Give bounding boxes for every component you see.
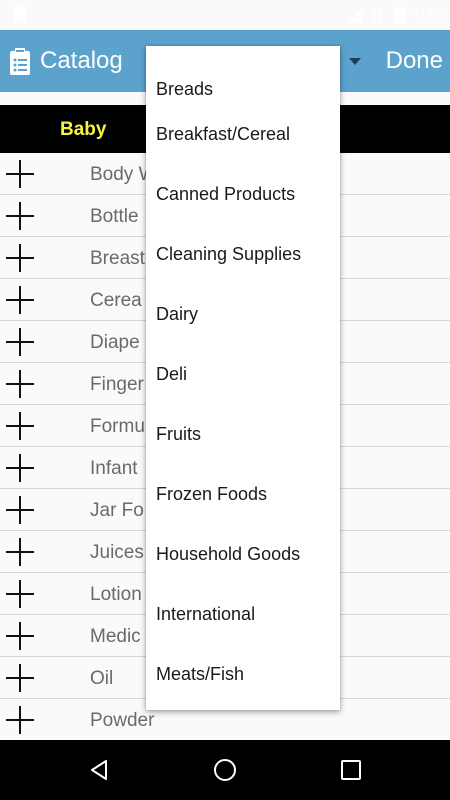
list-item-label: Cerea [90,290,142,311]
dropdown-option[interactable]: Fruits [146,404,340,464]
list-item-label: Bottle [90,206,139,227]
category-dropdown-menu: Breads Breakfast/Cereal Canned Products … [146,46,340,710]
list-item-label: Medic [90,626,141,647]
add-icon[interactable] [6,454,34,482]
clipboard-icon [10,48,30,75]
list-item-label: Oil [90,668,114,689]
dropdown-option[interactable]: Dairy [146,284,340,344]
dropdown-option[interactable]: Breads [146,46,340,104]
add-icon[interactable] [6,328,34,356]
category-title: Baby [60,119,107,140]
signal-icon [346,7,363,23]
add-icon[interactable] [6,538,34,566]
add-icon[interactable] [6,202,34,230]
add-icon[interactable] [6,580,34,608]
add-icon[interactable] [6,664,34,692]
add-icon[interactable] [6,370,34,398]
list-item-label: Diape [90,332,140,353]
wifi-icon [372,10,381,22]
dropdown-option[interactable]: Canned Products [146,164,340,224]
status-time: 1:33 [412,6,442,24]
add-icon[interactable] [6,622,34,650]
dropdown-option[interactable]: Meats/Fish [146,644,340,704]
list-item-label: Formu [90,416,145,437]
back-icon[interactable] [87,758,111,782]
list-item-label: Powder [90,710,155,731]
add-icon[interactable] [6,244,34,272]
battery-icon [394,6,405,24]
list-item-label: Finger [90,374,144,395]
add-icon[interactable] [6,706,34,734]
add-icon[interactable] [6,286,34,314]
dropdown-arrow-icon[interactable] [349,58,361,65]
list-item-label: Juices [90,542,144,563]
add-icon[interactable] [6,160,34,188]
add-icon[interactable] [6,412,34,440]
done-button[interactable]: Done [386,47,443,75]
list-item-label: Lotion [90,584,142,605]
dropdown-option[interactable]: Frozen Foods [146,464,340,524]
navigation-bar [0,740,450,800]
list-item-label: Breast [90,248,145,269]
app-title: Catalog [40,47,123,74]
list-item-label: Jar Fo [90,500,144,521]
home-icon[interactable] [213,758,237,782]
dropdown-option[interactable]: International [146,584,340,644]
status-icons: 1:33 [346,5,442,25]
dropdown-option[interactable]: Breakfast/Cereal [146,104,340,164]
list-item-label: Infant [90,458,138,479]
dropdown-option[interactable]: Deli [146,344,340,404]
dropdown-option[interactable]: Household Goods [146,524,340,584]
recents-icon[interactable] [339,758,363,782]
dropdown-option[interactable]: Cleaning Supplies [146,224,340,284]
add-icon[interactable] [6,496,34,524]
status-bar: 1:33 [0,0,450,30]
notification-icon [13,7,27,23]
